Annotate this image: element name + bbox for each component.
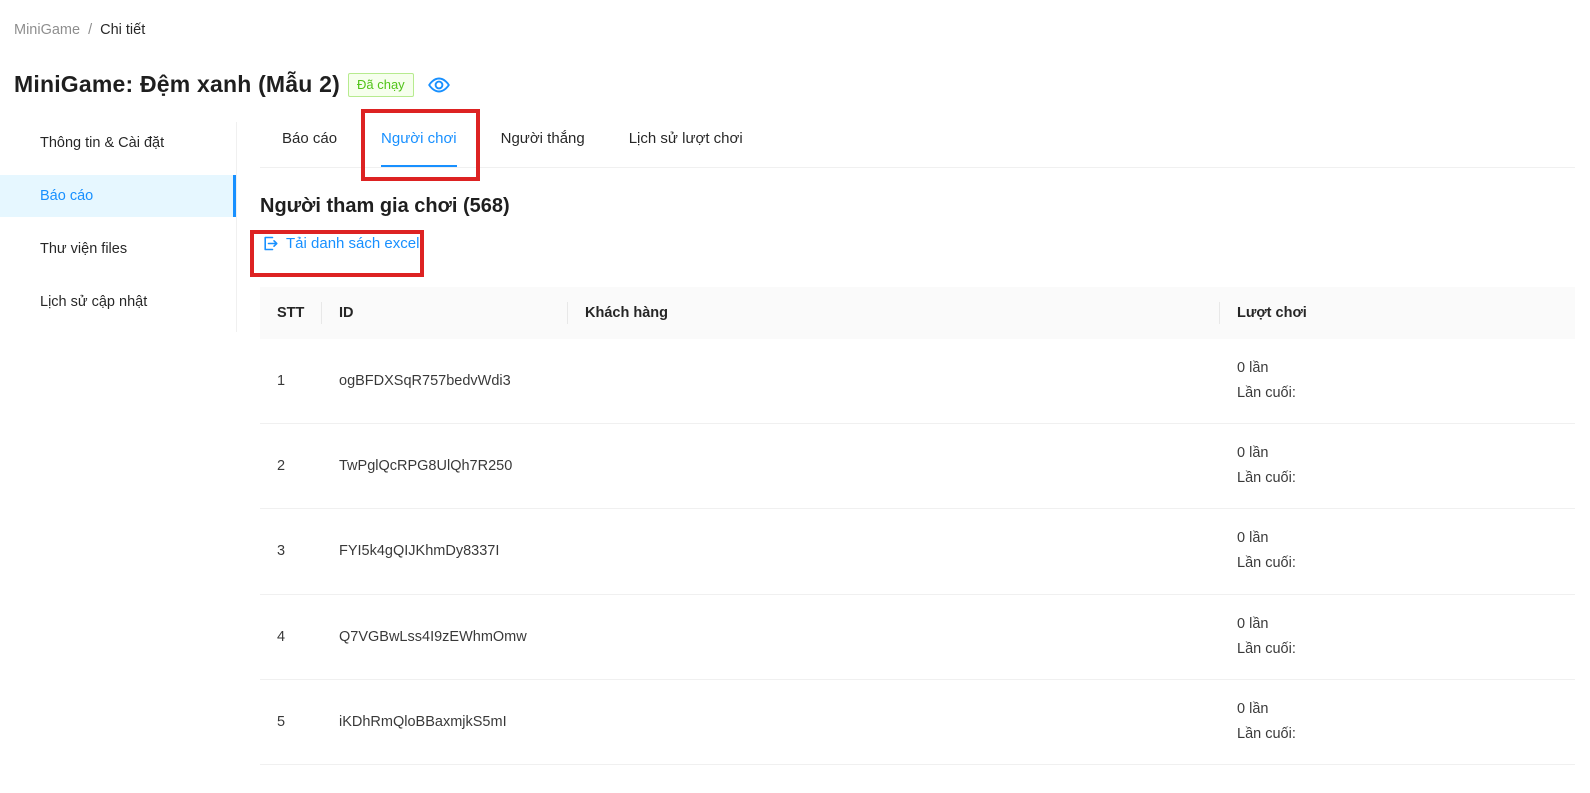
play-count: 0 lần xyxy=(1237,697,1575,722)
cell-id: iKDhRmQloBBaxmjkS5mI xyxy=(322,714,568,730)
cell-stt: 2 xyxy=(260,458,322,474)
table-row: 4 Q7VGBwLss4I9zEWhmOmw 0 lần Lần cuối: xyxy=(260,595,1575,680)
cell-plays: 0 lần Lần cuối: xyxy=(1220,697,1575,747)
sidebar-item-update-history[interactable]: Lịch sử cập nhật xyxy=(0,281,236,323)
last-play-label: Lần cuối: xyxy=(1237,466,1575,491)
cell-id: Q7VGBwLss4I9zEWhmOmw xyxy=(322,629,568,645)
eye-icon xyxy=(427,73,451,97)
cell-stt: 1 xyxy=(260,373,322,389)
column-header-plays: Lượt chơi xyxy=(1220,305,1575,321)
breadcrumb: MiniGame / Chi tiết xyxy=(14,22,145,38)
tab-lich-su-luot-choi[interactable]: Lịch sử lượt chơi xyxy=(629,117,743,167)
minigame-detail-page: MiniGame / Chi tiết MiniGame: Đệm xanh (… xyxy=(0,0,1590,793)
players-section-title: Người tham gia chơi (568) xyxy=(260,195,1575,218)
play-count: 0 lần xyxy=(1237,612,1575,637)
report-content: Báo cáo Người chơi Người thắng Lịch sử l… xyxy=(260,117,1575,765)
export-icon xyxy=(262,235,279,252)
download-excel-label: Tải danh sách excel xyxy=(286,235,419,252)
sidebar-item-file-library[interactable]: Thư viện files xyxy=(0,228,236,270)
report-tabbar: Báo cáo Người chơi Người thắng Lịch sử l… xyxy=(260,117,1575,168)
play-count: 0 lần xyxy=(1237,526,1575,551)
tab-nguoi-choi[interactable]: Người chơi xyxy=(381,117,457,167)
players-table: STT ID Khách hàng Lượt chơi 1 ogBFDXSqR7… xyxy=(260,287,1575,765)
last-play-label: Lần cuối: xyxy=(1237,722,1575,747)
last-play-label: Lần cuối: xyxy=(1237,551,1575,576)
players-table-header: STT ID Khách hàng Lượt chơi xyxy=(260,287,1575,339)
cell-plays: 0 lần Lần cuối: xyxy=(1220,356,1575,406)
sidebar-item-info-settings[interactable]: Thông tin & Cài đặt xyxy=(0,122,236,164)
table-row: 2 TwPglQcRPG8UlQh7R250 0 lần Lần cuối: xyxy=(260,424,1575,509)
table-row: 5 iKDhRmQloBBaxmjkS5mI 0 lần Lần cuối: xyxy=(260,680,1575,765)
cell-stt: 3 xyxy=(260,543,322,559)
preview-button[interactable] xyxy=(426,72,452,98)
cell-id: FYI5k4gQIJKhmDy8337I xyxy=(322,543,568,559)
tab-nguoi-thang[interactable]: Người thắng xyxy=(501,117,585,167)
table-row: 3 FYI5k4gQIJKhmDy8337I 0 lần Lần cuối: xyxy=(260,509,1575,594)
cell-stt: 4 xyxy=(260,629,322,645)
breadcrumb-current: Chi tiết xyxy=(100,22,145,38)
tab-bao-cao[interactable]: Báo cáo xyxy=(282,117,337,167)
cell-plays: 0 lần Lần cuối: xyxy=(1220,612,1575,662)
column-header-customer: Khách hàng xyxy=(568,305,1220,321)
cell-plays: 0 lần Lần cuối: xyxy=(1220,441,1575,491)
last-play-label: Lần cuối: xyxy=(1237,381,1575,406)
download-excel-link[interactable]: Tải danh sách excel xyxy=(262,235,419,252)
page-title-row: MiniGame: Đệm xanh (Mẫu 2) Đã chạy xyxy=(14,71,452,98)
page-title: MiniGame: Đệm xanh (Mẫu 2) xyxy=(14,71,340,98)
last-play-label: Lần cuối: xyxy=(1237,637,1575,662)
sidebar-menu: Thông tin & Cài đặt Báo cáo Thư viện fil… xyxy=(0,122,237,332)
cell-id: ogBFDXSqR757bedvWdi3 xyxy=(322,373,568,389)
breadcrumb-separator: / xyxy=(88,22,92,38)
cell-stt: 5 xyxy=(260,714,322,730)
sidebar-item-report[interactable]: Báo cáo xyxy=(0,175,236,217)
play-count: 0 lần xyxy=(1237,441,1575,466)
cell-id: TwPglQcRPG8UlQh7R250 xyxy=(322,458,568,474)
breadcrumb-minigame-link[interactable]: MiniGame xyxy=(14,22,80,38)
table-row: 1 ogBFDXSqR757bedvWdi3 0 lần Lần cuối: xyxy=(260,339,1575,424)
column-header-stt: STT xyxy=(260,305,322,321)
column-header-id: ID xyxy=(322,305,568,321)
play-count: 0 lần xyxy=(1237,356,1575,381)
cell-plays: 0 lần Lần cuối: xyxy=(1220,526,1575,576)
status-badge: Đã chạy xyxy=(348,73,414,97)
